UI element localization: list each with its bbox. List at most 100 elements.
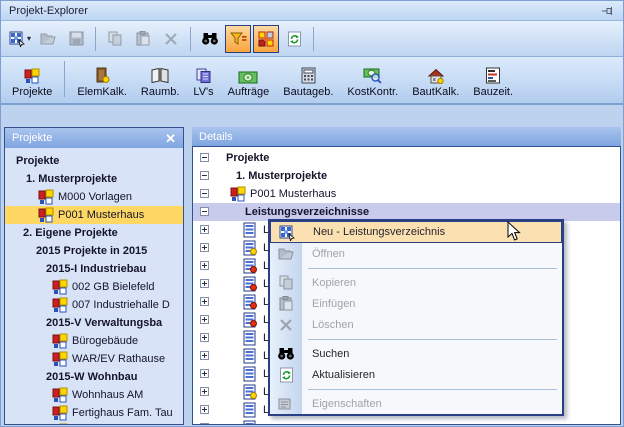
search-binoculars-icon (277, 345, 295, 362)
delete-icon (164, 32, 178, 46)
expand-box-icon[interactable] (200, 225, 209, 234)
tree-item-m000-vorlagen[interactable]: M000 Vorlagen (5, 188, 183, 206)
tree-item-p001-musterhaus[interactable]: P001 Musterhaus (5, 206, 183, 224)
search-binoculars-icon (201, 31, 219, 46)
expand-box-icon[interactable] (200, 243, 209, 252)
details-item-projekte[interactable]: Projekte (193, 149, 620, 167)
project-tiles-icon (38, 189, 54, 206)
menu-separator (270, 335, 562, 343)
ribbon-elemkalk-button[interactable]: ElemKalk. (70, 65, 134, 99)
calculator-icon (301, 67, 316, 84)
menu-item-aktualisieren[interactable]: Aktualisieren (270, 364, 562, 385)
expand-box-icon[interactable] (200, 297, 209, 306)
menu-item-eigenschaften[interactable]: Eigenschaften (270, 393, 562, 414)
tree-item-002-gb-bielefeld[interactable]: 002 GB Bielefeld (5, 278, 183, 296)
new-lv-icon (278, 224, 296, 241)
expand-box-icon[interactable] (200, 315, 209, 324)
ribbon-raumb-button[interactable]: Raumb. (134, 66, 187, 99)
collapse-box-icon[interactable] (200, 171, 209, 180)
paste-icon (277, 295, 295, 312)
toolbar-separator (95, 27, 96, 51)
details-item-1-musterprojekte[interactable]: 1. Musterprojekte (193, 167, 620, 185)
tree-item-item[interactable] (5, 422, 183, 425)
copy-button[interactable] (102, 25, 128, 53)
open-folder-icon (277, 245, 295, 262)
menu-item-öffnen[interactable]: Öffnen (270, 243, 562, 264)
delete-button[interactable] (158, 25, 184, 53)
ribbon-kostkontr-button[interactable]: KostKontr. (340, 66, 405, 99)
paste-icon (136, 31, 151, 46)
ribbon-bautageb-button[interactable]: Bautageb. (276, 66, 340, 99)
project-tiles-icon (52, 387, 68, 404)
menu-item-löschen[interactable]: Löschen (270, 314, 562, 335)
ribbon-aufträge-button[interactable]: Aufträge (221, 70, 277, 99)
expand-box-icon[interactable] (200, 405, 209, 414)
titlebar[interactable]: Projekt-Explorer (1, 1, 623, 21)
schedule-icon (485, 67, 501, 84)
menu-separator (270, 264, 562, 272)
paste-button[interactable] (130, 25, 156, 53)
projects-panel-header: Projekte ✕ (5, 128, 183, 148)
open-folder-button[interactable] (35, 25, 61, 53)
tree-item-label: 2015 Projekte in 2015 (36, 242, 147, 260)
project-tiles-icon (24, 68, 40, 84)
save-button[interactable] (63, 25, 89, 53)
ribbon-projekte-button[interactable]: Projekte (5, 67, 59, 99)
tree-item-war-ev-rathause[interactable]: WAR/EV Rathause (5, 350, 183, 368)
ribbon-button-label: Aufträge (228, 86, 270, 98)
tree-item-2015-projekte-in-2015[interactable]: 2015 Projekte in 2015 (5, 242, 183, 260)
details-item-label: Projekte (226, 149, 269, 167)
dropdown-arrow-icon[interactable]: ▾ (27, 34, 31, 43)
close-icon[interactable]: ✕ (165, 132, 176, 145)
collapse-box-icon[interactable] (200, 189, 209, 198)
tree-item-2015-v-verwaltungsba[interactable]: 2015-V Verwaltungsba (5, 314, 183, 332)
new-lv-button[interactable]: ▾ (7, 25, 33, 53)
projects-tree: Projekte1. MusterprojekteM000 VorlagenP0… (5, 148, 183, 425)
expand-box-icon[interactable] (200, 423, 209, 425)
menu-item-suchen[interactable]: Suchen (270, 343, 562, 364)
tree-item-2-eigene-projekte[interactable]: 2. Eigene Projekte (5, 224, 183, 242)
structure-button[interactable] (253, 25, 279, 53)
copy-icon (277, 274, 295, 291)
ribbon-bauzeit-button[interactable]: Bauzeit. (466, 66, 520, 99)
tree-item-label: Wohnhaus AM (72, 386, 143, 404)
details-item-item[interactable] (193, 419, 620, 425)
menu-item-label: Eigenschaften (312, 398, 382, 410)
tree-item-fertighaus-fam-tau[interactable]: Fertighaus Fam. Tau (5, 404, 183, 422)
refresh-button[interactable] (281, 25, 307, 53)
pin-icon[interactable] (601, 5, 615, 17)
projects-panel-title: Projekte (12, 132, 165, 144)
expand-box-icon[interactable] (200, 387, 209, 396)
tree-item-2015-i-industriebau[interactable]: 2015-I Industriebau (5, 260, 183, 278)
menu-item-kopieren[interactable]: Kopieren (270, 272, 562, 293)
properties-icon (277, 395, 295, 412)
tree-item-1-musterprojekte[interactable]: 1. Musterprojekte (5, 170, 183, 188)
expand-box-icon[interactable] (200, 351, 209, 360)
money-search-icon (363, 67, 383, 84)
details-item-p001-musterhaus[interactable]: P001 Musterhaus (193, 185, 620, 203)
menu-item-label: Suchen (312, 348, 349, 360)
expand-box-icon[interactable] (200, 333, 209, 342)
menu-item-label: Neu - Leistungsverzeichnis (313, 226, 445, 238)
ribbon-button-label: KostKontr. (347, 86, 398, 98)
toolbar-separator (64, 61, 65, 97)
tree-item-007-industriehalle-d[interactable]: 007 Industriehalle D (5, 296, 183, 314)
search-binoculars-button[interactable] (197, 25, 223, 53)
tree-item-wohnhaus-am[interactable]: Wohnhaus AM (5, 386, 183, 404)
filter-button[interactable] (225, 25, 251, 53)
ribbon-bautkalk-button[interactable]: BautKalk. (405, 67, 466, 99)
tree-item-label: M000 Vorlagen (58, 188, 132, 206)
ribbon-button-label: Bauzeit. (473, 86, 513, 98)
ribbon-lv-s-button[interactable]: LV's (186, 66, 220, 99)
collapse-box-icon[interactable] (200, 153, 209, 162)
expand-box-icon[interactable] (200, 279, 209, 288)
expand-box-icon[interactable] (200, 261, 209, 270)
tree-item-projekte[interactable]: Projekte (5, 152, 183, 170)
new-lv-icon (9, 31, 25, 47)
menu-item-einfügen[interactable]: Einfügen (270, 293, 562, 314)
expand-box-icon[interactable] (200, 369, 209, 378)
tree-item-2015-w-wohnbau[interactable]: 2015-W Wohnbau (5, 368, 183, 386)
tree-item-bürogebäude[interactable]: Bürogebäude (5, 332, 183, 350)
collapse-box-icon[interactable] (200, 207, 209, 216)
tree-item-label: 2015-W Wohnbau (46, 368, 137, 386)
